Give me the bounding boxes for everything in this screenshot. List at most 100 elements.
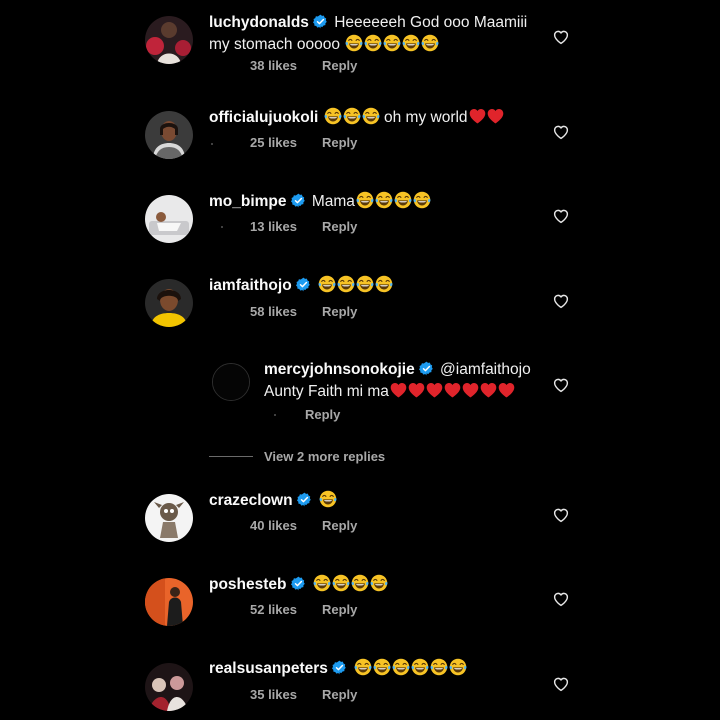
laughing-emoji — [337, 275, 355, 293]
reply-meta: Reply — [305, 407, 340, 422]
laughing-emoji — [392, 658, 410, 676]
laughing-emoji — [343, 107, 361, 125]
laughing-emoji — [313, 574, 331, 592]
reply-button[interactable]: Reply — [322, 304, 357, 319]
comment-body: oh my world — [384, 109, 468, 126]
reply-body: Aunty Faith mi ma — [264, 383, 389, 400]
avatar[interactable] — [145, 279, 193, 327]
avatar[interactable] — [145, 195, 193, 243]
verified-badge-icon — [297, 492, 312, 507]
likes-count[interactable]: 38 likes — [250, 58, 297, 73]
laughing-emoji — [354, 658, 372, 676]
heart-outline-icon[interactable] — [552, 28, 570, 46]
view-more-replies[interactable]: View 2 more replies — [209, 449, 385, 464]
reply-text: mercyjohnsonokojie @iamfaithojo Aunty Fa… — [264, 359, 544, 403]
reply-button[interactable]: Reply — [322, 219, 357, 234]
red-heart-emoji — [408, 382, 425, 398]
laughing-emoji — [402, 34, 420, 52]
comment-meta: 52 likes Reply — [250, 602, 357, 617]
laughing-emoji — [362, 107, 380, 125]
heart-outline-icon[interactable] — [552, 590, 570, 608]
view-more-label[interactable]: View 2 more replies — [264, 449, 385, 464]
verified-badge-icon — [419, 361, 434, 376]
comment-meta: 35 likes Reply — [250, 687, 357, 702]
comment-text: luchydonalds Heeeeeeh God ooo Maamiii my… — [209, 12, 529, 56]
likes-count[interactable]: 35 likes — [250, 687, 297, 702]
red-heart-emoji — [444, 382, 461, 398]
laughing-emoji — [370, 574, 388, 592]
reply-button[interactable]: Reply — [322, 135, 357, 150]
comment-text: iamfaithojo — [209, 275, 529, 297]
dot — [274, 414, 276, 416]
laughing-emoji — [318, 275, 336, 293]
laughing-emoji — [375, 275, 393, 293]
comment-username[interactable]: luchydonalds — [209, 14, 309, 31]
heart-outline-icon[interactable] — [552, 292, 570, 310]
mention-link[interactable]: @iamfaithojo — [440, 361, 531, 378]
avatar[interactable] — [212, 363, 250, 401]
verified-badge-icon — [291, 576, 306, 591]
laughing-emoji — [373, 658, 391, 676]
avatar[interactable] — [145, 494, 193, 542]
comment-text: officialujuokoli oh my world — [209, 107, 529, 129]
avatar[interactable] — [145, 16, 193, 64]
dot — [221, 226, 223, 228]
laughing-emoji — [345, 34, 363, 52]
avatar[interactable] — [145, 578, 193, 626]
avatar[interactable] — [145, 111, 193, 159]
red-heart-emoji — [498, 382, 515, 398]
comment-meta: 25 likes Reply — [250, 135, 357, 150]
verified-badge-icon — [291, 193, 306, 208]
reply-button[interactable]: Reply — [322, 687, 357, 702]
comment-text: poshesteb — [209, 574, 529, 596]
comment-username[interactable]: crazeclown — [209, 492, 293, 509]
red-heart-emoji — [390, 382, 407, 398]
comment-username[interactable]: mo_bimpe — [209, 193, 287, 210]
laughing-emoji — [375, 191, 393, 209]
laughing-emoji — [411, 658, 429, 676]
laughing-emoji — [332, 574, 350, 592]
laughing-emoji — [430, 658, 448, 676]
comment-username[interactable]: iamfaithojo — [209, 277, 292, 294]
laughing-emoji — [413, 191, 431, 209]
laughing-emoji — [356, 275, 374, 293]
avatar[interactable] — [145, 663, 193, 711]
comment-meta: 13 likes Reply — [250, 219, 357, 234]
laughing-emoji — [351, 574, 369, 592]
laughing-emoji — [324, 107, 342, 125]
heart-outline-icon[interactable] — [552, 675, 570, 693]
comment-text: crazeclown — [209, 490, 529, 512]
reply-button[interactable]: Reply — [322, 58, 357, 73]
red-heart-emoji — [462, 382, 479, 398]
comment-username[interactable]: poshesteb — [209, 576, 287, 593]
reply-username[interactable]: mercyjohnsonokojie — [264, 361, 415, 378]
likes-count[interactable]: 13 likes — [250, 219, 297, 234]
red-heart-emoji — [469, 108, 486, 124]
laughing-emoji — [449, 658, 467, 676]
heart-outline-icon[interactable] — [552, 506, 570, 524]
reply-button[interactable]: Reply — [305, 407, 340, 422]
likes-count[interactable]: 25 likes — [250, 135, 297, 150]
comment-body: Mama — [311, 193, 355, 210]
divider-line — [209, 456, 253, 457]
reply-button[interactable]: Reply — [322, 518, 357, 533]
heart-outline-icon[interactable] — [552, 207, 570, 225]
laughing-emoji — [319, 490, 337, 508]
heart-outline-icon[interactable] — [552, 376, 570, 394]
dot — [211, 143, 213, 145]
reply-button[interactable]: Reply — [322, 602, 357, 617]
verified-badge-icon — [332, 660, 347, 675]
red-heart-emoji — [487, 108, 504, 124]
likes-count[interactable]: 40 likes — [250, 518, 297, 533]
heart-outline-icon[interactable] — [552, 123, 570, 141]
likes-count[interactable]: 52 likes — [250, 602, 297, 617]
comment-meta: 58 likes Reply — [250, 304, 357, 319]
laughing-emoji — [394, 191, 412, 209]
comment-meta: 38 likes Reply — [250, 58, 357, 73]
laughing-emoji — [356, 191, 374, 209]
likes-count[interactable]: 58 likes — [250, 304, 297, 319]
comment-meta: 40 likes Reply — [250, 518, 357, 533]
comment-username[interactable]: officialujuokoli — [209, 109, 318, 126]
comment-username[interactable]: realsusanpeters — [209, 660, 328, 677]
laughing-emoji — [364, 34, 382, 52]
